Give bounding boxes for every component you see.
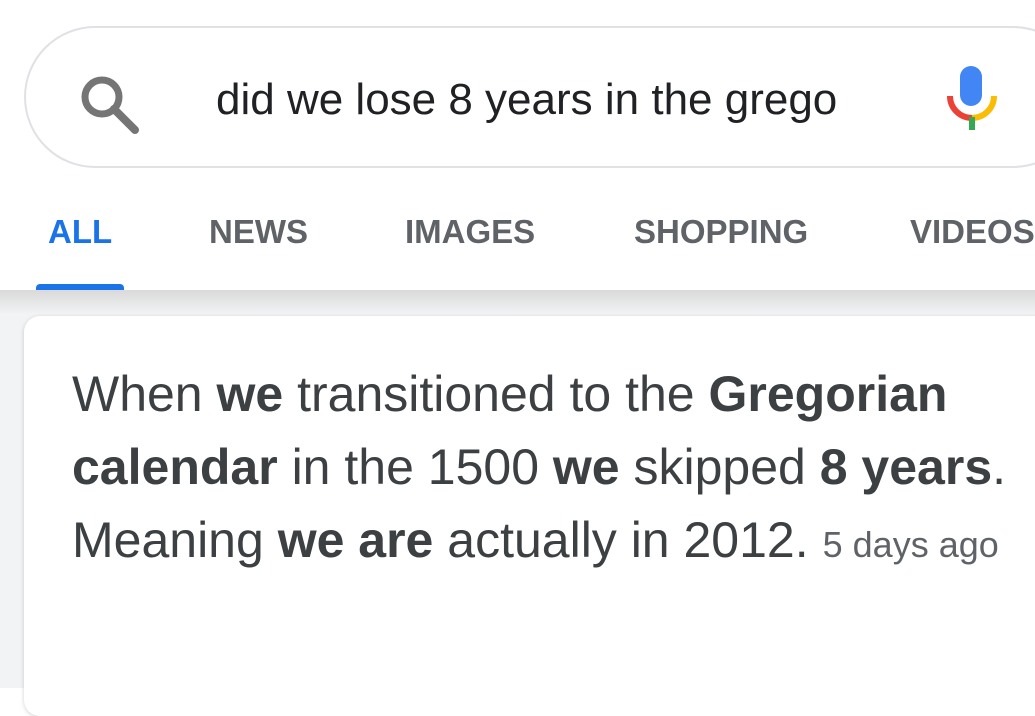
tab-images[interactable]: IMAGES — [405, 210, 535, 254]
tab-news[interactable]: NEWS — [209, 210, 308, 254]
snippet-date: 5 days ago — [822, 524, 999, 565]
tab-all[interactable]: ALL — [48, 210, 112, 254]
header-shadow — [0, 290, 1035, 314]
featured-snippet-text: When we transitioned to the Gregorian ca… — [72, 358, 1022, 581]
search-icon[interactable] — [78, 73, 142, 137]
search-input[interactable]: did we lose 8 years in the grego — [216, 70, 876, 130]
tab-shopping[interactable]: SHOPPING — [634, 210, 808, 254]
mic-icon[interactable] — [942, 62, 1002, 134]
tab-videos[interactable]: VIDEOS — [910, 210, 1035, 254]
